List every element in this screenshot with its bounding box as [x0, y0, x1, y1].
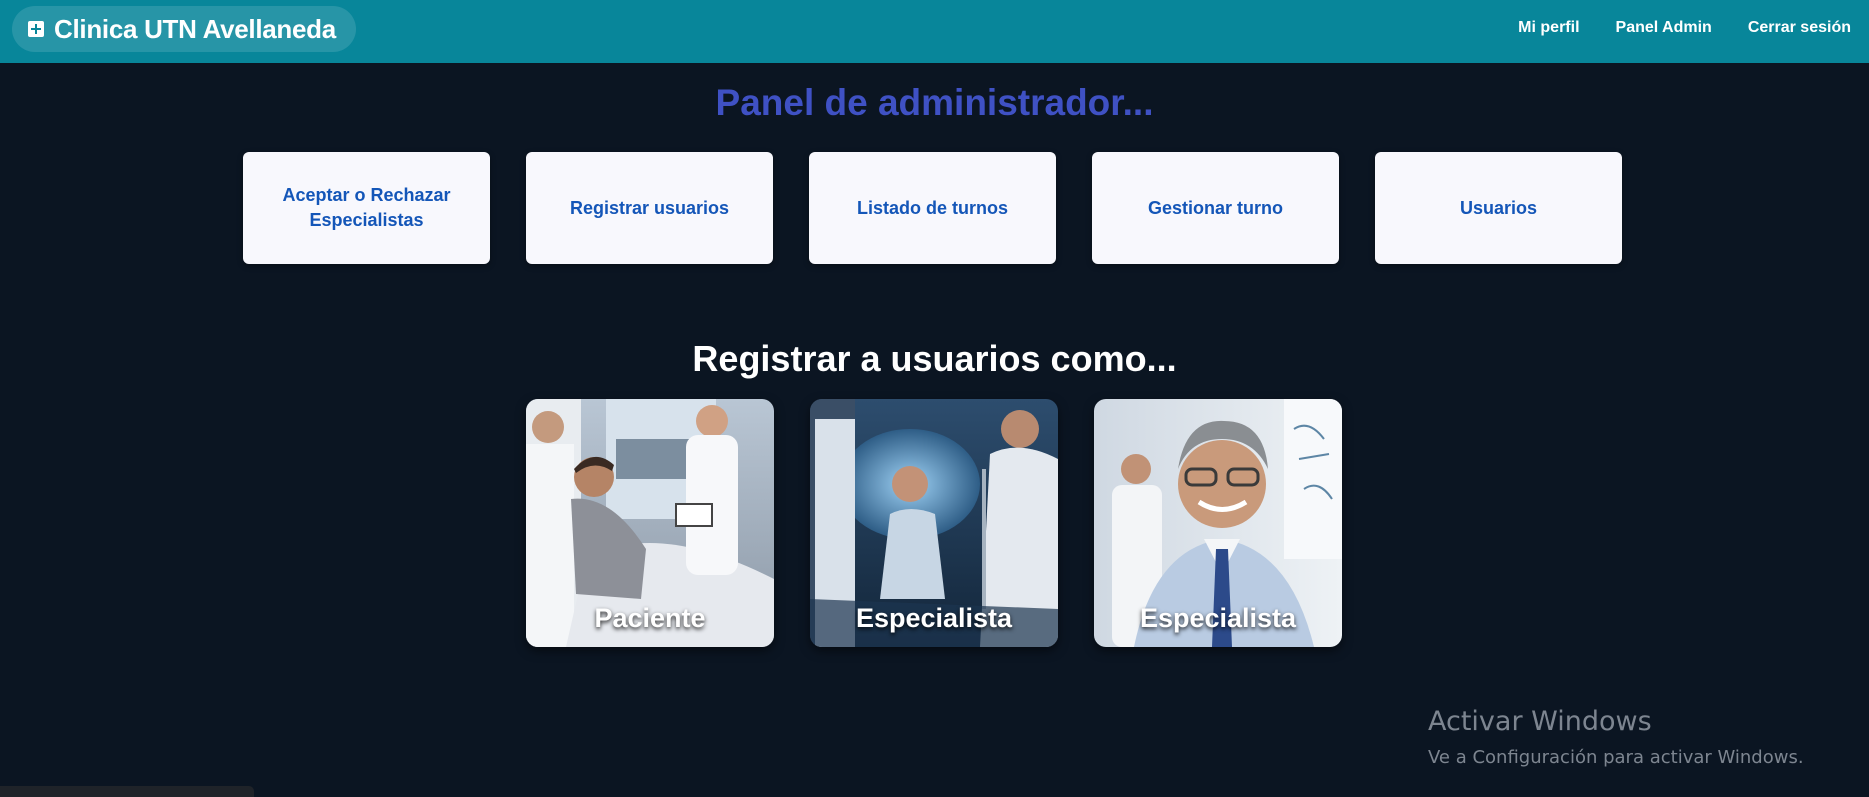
- plus-square-icon: [28, 21, 44, 37]
- tile-label-paciente: Paciente: [594, 603, 706, 633]
- card-usuarios[interactable]: Usuarios: [1375, 152, 1622, 264]
- card-aceptar-rechazar-especialistas[interactable]: Aceptar o Rechazar Especialistas: [243, 152, 490, 264]
- windows-activation-subtitle: Ve a Configuración para activar Windows.: [1428, 747, 1804, 768]
- register-especialista-tile-2[interactable]: Especialista: [1094, 399, 1342, 647]
- register-especialista-tile-1[interactable]: Especialista: [810, 399, 1058, 647]
- nav-links: Mi perfil Panel Admin Cerrar sesión: [1518, 0, 1851, 55]
- brand-title: Clinica UTN Avellaneda: [54, 13, 336, 44]
- browser-status-bar: [0, 786, 254, 797]
- card-listado-de-turnos[interactable]: Listado de turnos: [809, 152, 1056, 264]
- nav-link-cerrar-sesion[interactable]: Cerrar sesión: [1748, 19, 1851, 37]
- windows-activation-title: Activar Windows: [1428, 706, 1652, 737]
- admin-panel-title: Panel de administrador...: [715, 82, 1154, 123]
- tile-label-especialista-2: Especialista: [1139, 603, 1297, 633]
- brand-link[interactable]: Clinica UTN Avellaneda: [12, 6, 356, 52]
- register-as-title: Registrar a usuarios como...: [692, 338, 1177, 379]
- register-tiles: Paciente Especialista Especialista: [526, 399, 1342, 647]
- nav-link-mi-perfil[interactable]: Mi perfil: [1518, 19, 1579, 37]
- register-paciente-tile[interactable]: Paciente: [526, 399, 774, 647]
- tile-label-especialista-1: Especialista: [855, 603, 1013, 633]
- card-registrar-usuarios[interactable]: Registrar usuarios: [526, 152, 773, 264]
- card-gestionar-turno[interactable]: Gestionar turno: [1092, 152, 1339, 264]
- admin-cards: Aceptar o Rechazar Especialistas Registr…: [243, 152, 1622, 264]
- nav-link-panel-admin[interactable]: Panel Admin: [1616, 19, 1712, 37]
- top-navbar: Clinica UTN Avellaneda Mi perfil Panel A…: [0, 0, 1869, 63]
